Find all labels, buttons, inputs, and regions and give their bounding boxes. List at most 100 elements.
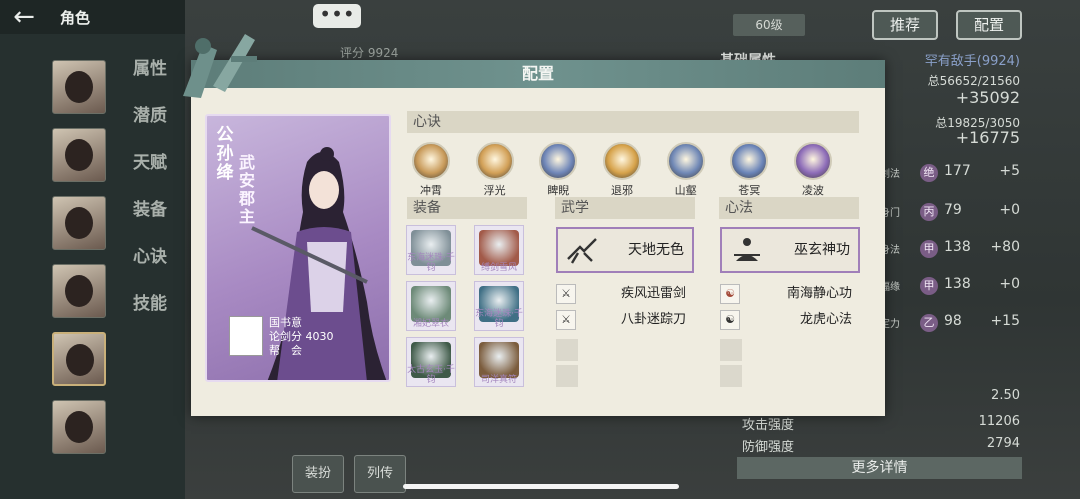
defense-value: 2794 xyxy=(986,436,1020,451)
stat-value: 79 xyxy=(944,202,962,218)
wuxue-main-skill[interactable]: 天地无色 xyxy=(556,227,694,273)
character-avatar-selected[interactable] xyxy=(52,332,106,386)
dialog-title: 配置 xyxy=(521,64,554,83)
stat-row: 福缘甲 138 +0 xyxy=(880,273,1020,303)
xinjue-item[interactable]: 凌波 xyxy=(789,142,837,198)
grade-badge: 乙 xyxy=(920,314,938,332)
equipment-slot[interactable]: 缚剑雪风 xyxy=(474,225,524,275)
stat-value: 138 xyxy=(944,276,971,292)
rank-label: 罕有敌手(9924) xyxy=(924,54,1020,69)
xinjue-label: 山壑 xyxy=(674,184,697,197)
xinjue-icon xyxy=(475,142,514,180)
character-avatar[interactable] xyxy=(52,400,106,454)
xinjue-icon xyxy=(602,142,641,180)
attack-value: 11206 xyxy=(978,414,1020,429)
ornament-icon xyxy=(183,34,257,98)
equipment-label: 东海迷珠·千钧 xyxy=(407,253,455,273)
wuxue-skill-2[interactable]: ⚔ 八卦迷踪刀 xyxy=(556,310,686,332)
total-1: 总56652/21560 xyxy=(927,74,1020,88)
costume-tab[interactable]: 装扮 xyxy=(292,455,344,493)
grade-badge: 绝 xyxy=(920,164,938,182)
level-badge: 60级 xyxy=(733,14,805,36)
equipment-icon xyxy=(411,286,451,322)
back-arrow-icon[interactable]: ← xyxy=(0,0,48,34)
defense-label: 防御强度 xyxy=(742,440,795,455)
chat-button[interactable]: ••• xyxy=(313,4,361,28)
grade-badge: 丙 xyxy=(920,203,938,221)
wuxue-skill-1[interactable]: ⚔ 疾风迅雷剑 xyxy=(556,284,686,306)
realm-label: 国书意 xyxy=(269,316,302,329)
dialog-header: 配置 xyxy=(191,60,885,88)
equipment-slot[interactable]: 太古玄玉·千钧 xyxy=(406,337,456,387)
guild-label: 帮 会 xyxy=(269,344,302,357)
empty-skill-slot[interactable] xyxy=(720,339,742,361)
xinfa-skill-2-label: 龙虎心法 xyxy=(799,312,852,327)
player-info: 国书意 论剑分 4030 帮 会 xyxy=(229,316,379,360)
home-indicator xyxy=(403,484,679,489)
xinjue-item[interactable]: 山壑 xyxy=(662,142,710,198)
skill-icon: ⚔ xyxy=(556,310,576,330)
stat-value: 2.50 xyxy=(991,388,1020,403)
character-avatar[interactable] xyxy=(52,264,106,318)
stat-row: 定力乙 98 +15 xyxy=(880,310,1020,340)
menu-xinjue[interactable]: 心诀 xyxy=(120,234,180,281)
xinjue-icon xyxy=(793,142,832,180)
score-label: 论剑分 xyxy=(269,330,302,343)
menu-attributes[interactable]: 属性 xyxy=(120,46,180,93)
recommend-button[interactable]: 推荐 xyxy=(872,10,938,40)
stat-row: 身法甲 138 +80 xyxy=(880,236,1020,266)
xinjue-icon xyxy=(730,142,769,180)
menu-equipment[interactable]: 装备 xyxy=(120,187,180,234)
equipment-slot[interactable]: 司洋真符 xyxy=(474,337,524,387)
more-details-button[interactable]: 更多详情 xyxy=(737,457,1022,479)
xinjue-item[interactable]: 冲霄 xyxy=(407,142,455,198)
xinjue-label: 浮光 xyxy=(483,184,506,197)
xinjue-item[interactable]: 苍冥 xyxy=(725,142,773,198)
score-tag: 评分 9924 xyxy=(340,46,399,60)
stat-value: 98 xyxy=(944,313,962,329)
empty-skill-slot[interactable] xyxy=(556,365,578,387)
sword-stance-icon xyxy=(567,238,597,264)
equipment-slot[interactable]: 湘妃翠衣 xyxy=(406,281,456,331)
xinfa-skill-1-label: 南海静心功 xyxy=(786,286,852,301)
character-avatar[interactable] xyxy=(52,128,106,182)
stat-value: 138 xyxy=(944,239,971,255)
wuxue-section-label: 武学 xyxy=(555,197,695,219)
menu-talent[interactable]: 天赋 xyxy=(120,140,180,187)
grade-badge: 甲 xyxy=(920,240,938,258)
character-title: 武安郡主 xyxy=(238,153,255,226)
xinfa-main-skill[interactable]: 巫玄神功 xyxy=(720,227,860,273)
xinfa-skill-1[interactable]: ☯ 南海静心功 xyxy=(720,284,852,306)
xinjue-label: 苍冥 xyxy=(738,184,761,197)
config-dialog: 配置 公孙绛 武安郡主 国书意 论剑分 4030 帮 会 心诀 冲霄 浮光 睥睨 退邪… xyxy=(183,34,885,416)
xinfa-section-label: 心法 xyxy=(719,197,859,219)
xinfa-main-label: 巫玄神功 xyxy=(794,242,850,258)
stat-row: 身门丙 79 +0 xyxy=(880,199,1020,229)
empty-skill-slot[interactable] xyxy=(556,339,578,361)
character-list xyxy=(52,60,106,468)
stat-bonus: +80 xyxy=(990,239,1020,255)
config-button[interactable]: 配置 xyxy=(956,10,1022,40)
stat-row: 剑法绝 177 +5 xyxy=(880,160,1020,190)
xinjue-label: 睥睨 xyxy=(547,184,570,197)
stat-bonus: +15 xyxy=(990,313,1020,329)
equipment-label: 湘妃翠衣 xyxy=(412,319,449,329)
biography-tab[interactable]: 列传 xyxy=(354,455,406,493)
equipment-icon xyxy=(479,342,519,378)
xinjue-item[interactable]: 退邪 xyxy=(598,142,646,198)
character-card[interactable]: 公孙绛 武安郡主 国书意 论剑分 4030 帮 会 xyxy=(205,114,391,382)
empty-skill-slot[interactable] xyxy=(720,365,742,387)
equipment-slot[interactable]: 东海迷珠·千钧 xyxy=(474,281,524,331)
equipment-section-label: 装备 xyxy=(407,197,527,219)
side-menu: 属性 潜质 天赋 装备 心诀 技能 xyxy=(120,46,180,328)
xinjue-item[interactable]: 浮光 xyxy=(471,142,519,198)
page-title: 角色 xyxy=(60,8,91,27)
character-name: 公孙绛 xyxy=(216,125,234,183)
xinfa-skill-2[interactable]: ☯ 龙虎心法 xyxy=(720,310,852,332)
menu-skills[interactable]: 技能 xyxy=(120,281,180,328)
xinjue-item[interactable]: 睥睨 xyxy=(534,142,582,198)
menu-potential[interactable]: 潜质 xyxy=(120,93,180,140)
character-avatar[interactable] xyxy=(52,196,106,250)
character-avatar[interactable] xyxy=(52,60,106,114)
equipment-slot[interactable]: 东海迷珠·千钧 xyxy=(406,225,456,275)
